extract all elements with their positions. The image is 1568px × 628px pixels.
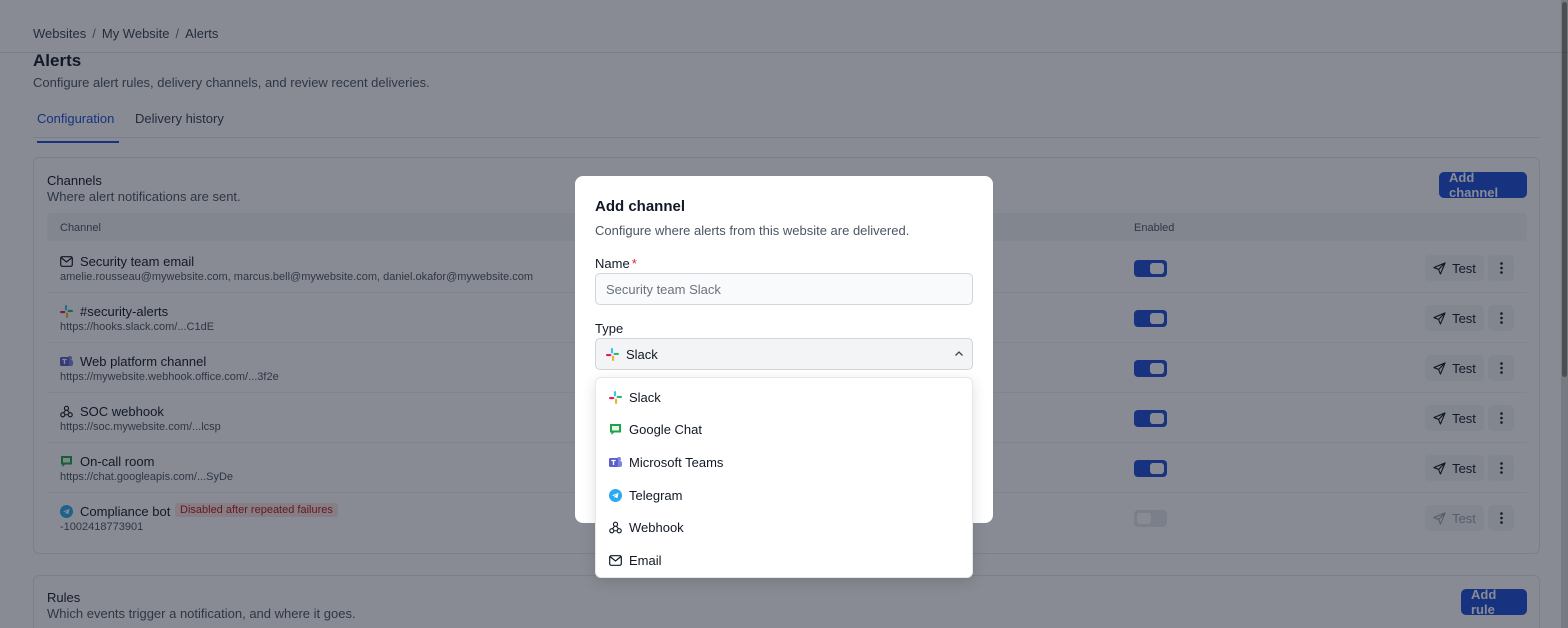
required-mark: * — [631, 256, 637, 271]
chevron-up-icon — [955, 351, 963, 356]
slack-icon — [606, 347, 619, 361]
type-label: Type — [595, 321, 624, 336]
type-select[interactable]: Slack — [595, 338, 973, 370]
scrollbar-thumb[interactable] — [1562, 2, 1567, 377]
type-option-microsoft-teams[interactable]: Microsoft Teams — [596, 446, 974, 478]
type-option-slack[interactable]: Slack — [596, 381, 974, 413]
name-input[interactable] — [595, 273, 973, 305]
type-option-google-chat[interactable]: Google Chat — [596, 413, 974, 445]
type-option-webhook[interactable]: Webhook — [596, 511, 974, 543]
option-label: Google Chat — [629, 421, 702, 437]
option-label: Microsoft Teams — [629, 454, 724, 470]
webhook-icon — [609, 521, 622, 534]
type-option-telegram[interactable]: Telegram — [596, 479, 974, 511]
slack-icon — [609, 390, 622, 404]
type-option-email[interactable]: Email — [596, 544, 974, 576]
google-chat-icon — [609, 423, 622, 436]
page-scrollbar[interactable] — [1561, 0, 1568, 628]
option-label: Telegram — [629, 487, 683, 503]
name-label: Name * — [595, 256, 637, 271]
type-dropdown-menu: Slack Google Chat Microsoft Teams Telegr… — [595, 377, 973, 578]
option-label: Email — [629, 552, 662, 568]
teams-icon — [609, 456, 622, 469]
dialog-title: Add channel — [595, 198, 686, 215]
option-label: Webhook — [629, 519, 684, 535]
mail-icon — [609, 554, 622, 567]
dialog-description: Configure where alerts from this website… — [595, 223, 910, 238]
option-label: Slack — [629, 389, 661, 405]
type-select-value: Slack — [626, 346, 658, 362]
telegram-icon — [609, 488, 622, 502]
